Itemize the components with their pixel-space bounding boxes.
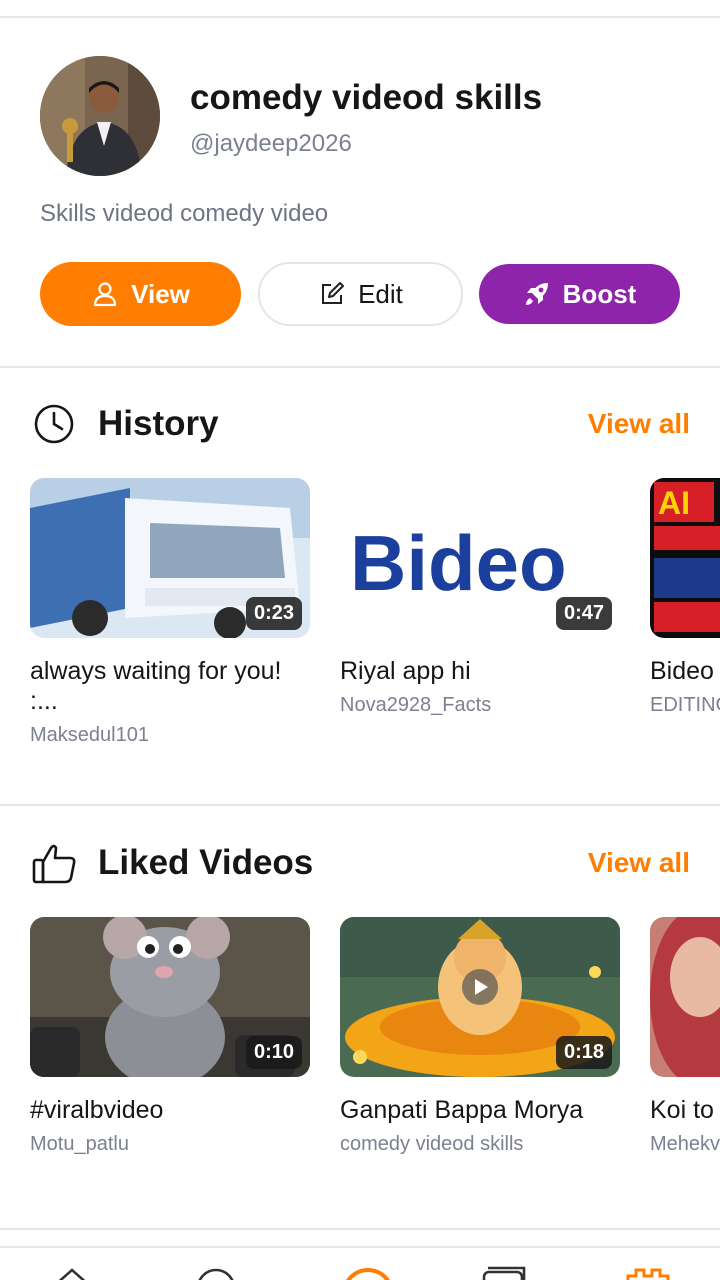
video-channel[interactable]: Motu_patlu [30,1133,310,1156]
profile-bio: Skills videod comedy video [40,200,329,227]
liked-rail[interactable]: 0:10 #viralbvideo Motu_patlu 0:18 Ganpat… [30,917,720,1217]
video-card[interactable]: Bideo 0:47 Riyal app hi Nova2928_Facts [340,478,620,717]
video-channel[interactable]: Mehekv [650,1133,720,1156]
section-divider [0,804,720,806]
profile-icon[interactable] [624,1264,672,1280]
video-card[interactable]: 0:23 always waiting for you! :... Maksed… [30,478,310,747]
profile-name: comedy videod skills [190,78,543,117]
video-channel[interactable]: Maksedul101 [30,724,310,747]
create-icon[interactable] [338,1264,390,1280]
video-title[interactable]: always waiting for you! :... [30,656,310,716]
view-profile-button[interactable]: View [40,262,241,326]
profile-handle: @jaydeep2026 [190,130,352,157]
library-icon[interactable] [480,1264,528,1280]
video-channel[interactable]: EDITING [650,694,720,717]
video-thumbnail[interactable] [650,917,720,1077]
video-thumbnail[interactable]: 0:18 [340,917,620,1077]
history-title: History [98,404,219,443]
video-duration: 0:23 [245,597,302,630]
video-title[interactable]: Ganpati Bappa Morya [340,1095,620,1125]
video-channel[interactable]: comedy videod skills [340,1133,620,1156]
video-thumbnail[interactable]: 0:23 [30,478,310,638]
thumbs-up-icon [32,840,78,886]
section-divider [0,366,720,368]
video-card[interactable]: AI Bideo upload EDITING [650,478,720,717]
history-view-all-link[interactable]: View all [588,408,690,440]
home-icon[interactable] [48,1264,96,1280]
rocket-icon [523,280,551,308]
video-duration: 0:10 [245,1036,302,1069]
video-channel[interactable]: Nova2928_Facts [340,694,620,717]
liked-view-all-link[interactable]: View all [588,847,690,879]
edit-icon [318,280,346,308]
video-title[interactable]: Riyal app hi [340,656,620,686]
video-card[interactable]: 0:10 #viralbvideo Motu_patlu [30,917,310,1156]
video-card[interactable]: Koi to Mehekv [650,917,720,1156]
thumb-overlay-text: AI [658,485,690,521]
video-thumbnail[interactable]: AI [650,478,720,638]
edit-profile-button[interactable]: Edit [258,262,463,326]
video-card[interactable]: 0:18 Ganpati Bappa Morya comedy videod s… [340,917,620,1156]
video-title[interactable]: #viralbvideo [30,1095,310,1125]
edit-button-label: Edit [358,278,403,309]
boost-button-label: Boost [562,278,637,309]
bottom-nav [0,1246,720,1280]
top-divider [0,16,720,18]
video-duration: 0:47 [555,597,612,630]
section-divider [0,1228,720,1230]
history-rail[interactable]: 0:23 always waiting for you! :... Maksed… [30,478,720,778]
boost-button[interactable]: Boost [479,264,680,324]
video-title[interactable]: Koi to [650,1095,720,1125]
play-icon[interactable] [192,1264,240,1280]
video-duration: 0:18 [555,1036,612,1069]
video-thumbnail[interactable]: Bideo 0:47 [340,478,620,638]
avatar[interactable] [40,56,160,176]
liked-videos-title: Liked Videos [98,843,314,882]
view-button-label: View [131,278,190,309]
video-title[interactable]: Bideo upload [650,656,720,686]
video-thumbnail[interactable]: 0:10 [30,917,310,1077]
person-icon [91,280,119,308]
clock-icon [32,402,78,448]
